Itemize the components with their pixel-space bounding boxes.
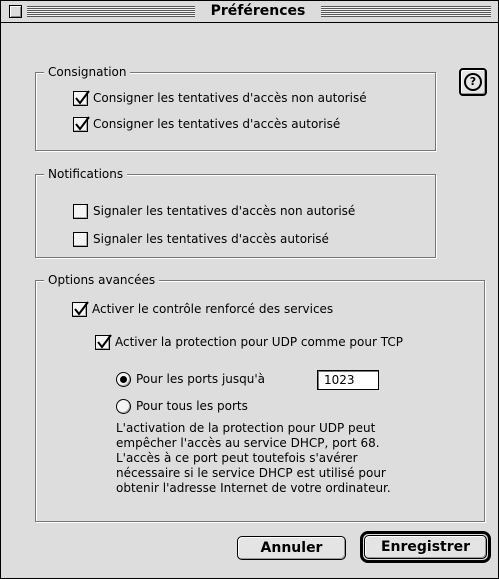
checkbox-label: Activer le contrôle renforcé des service… [92, 302, 334, 316]
checkbox-checked-icon[interactable] [72, 301, 89, 317]
question-mark-icon: ? [464, 73, 482, 91]
title-bar[interactable]: Préférences [1, 1, 498, 23]
preferences-window: Préférences ? Consignation Consigner les… [0, 0, 499, 579]
checkbox-unchecked-icon[interactable] [73, 232, 88, 247]
udp-warning-text: L'activation de la protection pour UDP p… [116, 421, 391, 495]
group-consignation: Consignation Consigner les tentatives d'… [35, 64, 436, 151]
group-label-advanced-options: Options avancées [44, 272, 160, 288]
group-label-consignation: Consignation [44, 64, 131, 80]
checkbox-checked-icon[interactable] [73, 90, 90, 106]
title-bar-stripes-right [321, 6, 491, 17]
port-limit-input[interactable]: 1023 [317, 370, 379, 390]
cancel-button[interactable]: Annuler [237, 536, 346, 560]
checkbox-unchecked-icon[interactable] [73, 204, 88, 219]
group-label-notifications: Notifications [44, 166, 128, 182]
checkbox-label: Signaler les tentatives d'accès autorisé [93, 232, 329, 246]
checkbox-label: Consigner les tentatives d'accès non aut… [93, 91, 367, 105]
window-title: Préférences [195, 3, 321, 20]
checkbox-checked-icon[interactable] [73, 116, 90, 132]
checkbox-checked-icon[interactable] [95, 334, 112, 350]
group-notifications: Notifications Signaler les tentatives d'… [35, 166, 436, 258]
checkbox-label: Signaler les tentatives d'accès non auto… [93, 204, 356, 218]
close-box[interactable] [9, 5, 22, 18]
radio-unselected-icon[interactable] [116, 399, 131, 414]
save-button[interactable]: Enregistrer [364, 535, 487, 559]
radio-selected-icon[interactable] [116, 372, 131, 387]
checkbox-label: Consigner les tentatives d'accès autoris… [93, 117, 341, 131]
help-button[interactable]: ? [459, 68, 487, 96]
title-bar-stripes-left [27, 6, 195, 17]
radio-label: Pour les ports jusqu'à [136, 372, 266, 386]
radio-label: Pour tous les ports [136, 399, 248, 413]
checkbox-label: Activer la protection pour UDP comme pou… [115, 335, 403, 349]
